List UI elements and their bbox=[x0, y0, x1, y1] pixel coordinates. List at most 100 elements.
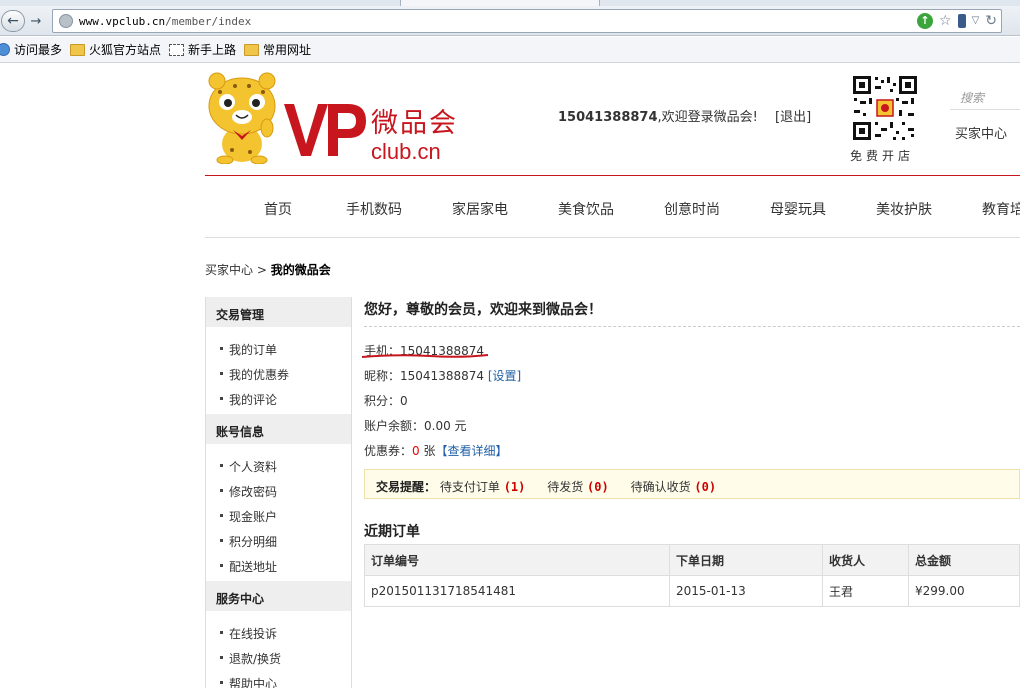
pending-payment-label: 待支付订单 bbox=[439, 480, 500, 494]
nickname-settings-link[interactable]: [设置] bbox=[488, 369, 521, 383]
back-button[interactable]: ← bbox=[1, 10, 25, 32]
bookmark-common-sites[interactable]: 常用网址 bbox=[244, 41, 311, 58]
breadcrumb-parent[interactable]: 买家中心 bbox=[205, 263, 253, 277]
sidebar-item-address[interactable]: 配送地址 bbox=[206, 551, 351, 576]
reminder-title: 交易提醒： bbox=[376, 480, 437, 494]
pending-receipt-label: 待确认收货 bbox=[630, 480, 691, 494]
member-sidebar: 交易管理 我的订单 我的优惠券 我的评论 账号信息 个人资料 修改密码 现金账户… bbox=[205, 297, 352, 688]
nav-baby-toys[interactable]: 母婴玩具 bbox=[770, 199, 826, 219]
nav-home[interactable]: 首页 bbox=[264, 199, 292, 219]
col-order-date: 下单日期 bbox=[669, 544, 823, 576]
browser-toolbar: ← → www.vpclub.cn/member/index ↑ ☆ ▽ ↻ bbox=[0, 6, 1020, 36]
nav-food-drink[interactable]: 美食饮品 bbox=[558, 199, 614, 219]
col-total: 总金额 bbox=[908, 544, 1020, 576]
sidebar-item-label: 退款/换货 bbox=[229, 652, 282, 666]
coupon-unit: 张 bbox=[419, 444, 436, 458]
address-bar[interactable]: www.vpclub.cn/member/index ↑ ☆ ▽ ↻ bbox=[52, 9, 1002, 33]
main-navigation: 首页 手机数码 家居家电 美食饮品 创意时尚 母婴玩具 美妆护肤 教育培 bbox=[205, 177, 1020, 238]
welcome-message: 15041388874,欢迎登录微品会! bbox=[558, 106, 758, 125]
pending-receipt-link[interactable]: 待确认收货 (0) bbox=[631, 480, 717, 494]
folder-icon bbox=[70, 43, 86, 56]
points-label: 积分： bbox=[364, 394, 401, 408]
table-header-row: 订单编号 下单日期 收货人 总金额 bbox=[364, 544, 1020, 576]
sidebar-item-my-coupons[interactable]: 我的优惠券 bbox=[206, 359, 351, 384]
sidebar-item-label: 我的优惠券 bbox=[229, 368, 290, 382]
globe-icon bbox=[0, 43, 10, 56]
sidebar-item-complaint[interactable]: 在线投诉 bbox=[206, 618, 351, 643]
welcome-phone: 15041388874 bbox=[558, 110, 658, 125]
sidebar-item-change-password[interactable]: 修改密码 bbox=[206, 476, 351, 501]
go-icon[interactable]: ↑ bbox=[917, 13, 933, 29]
site-header: 微品会 club.cn 15041388874,欢迎登录微品会! [退出] 免费… bbox=[205, 64, 1020, 176]
bullet-icon bbox=[220, 372, 223, 375]
bookmark-firefox-official[interactable]: 火狐官方站点 bbox=[70, 41, 161, 58]
breadcrumb: 买家中心 > 我的微品会 bbox=[205, 261, 331, 278]
mobile-device-icon[interactable] bbox=[957, 14, 966, 28]
balance-value: 0.00 元 bbox=[424, 419, 467, 433]
search-input[interactable]: 搜索 bbox=[950, 84, 1020, 110]
bullet-icon bbox=[220, 539, 223, 542]
sidebar-section-account: 账号信息 bbox=[206, 414, 351, 444]
balance-row: 账户余额：0.00 元 bbox=[364, 417, 467, 434]
greeting-title: 您好，尊敬的会员，欢迎来到微品会！ bbox=[364, 297, 1020, 327]
nickname-value: 15041388874 bbox=[400, 369, 484, 383]
bullet-icon bbox=[220, 514, 223, 517]
bookmark-label: 常用网址 bbox=[263, 43, 312, 57]
nav-home-appliance[interactable]: 家居家电 bbox=[452, 199, 508, 219]
col-order-no: 订单编号 bbox=[364, 544, 670, 576]
recent-orders-title: 近期订单 bbox=[364, 524, 420, 540]
coupon-row: 优惠券：0 张【查看详细】 bbox=[364, 442, 508, 459]
page-placeholder-icon bbox=[169, 43, 185, 56]
pending-shipment-link[interactable]: 待发货 (0) bbox=[547, 480, 609, 494]
sidebar-item-label: 现金账户 bbox=[229, 510, 278, 524]
pending-payment-link[interactable]: 待支付订单 (1) bbox=[440, 480, 526, 494]
sidebar-item-help[interactable]: 帮助中心 bbox=[206, 668, 351, 688]
reload-icon[interactable]: ↻ bbox=[985, 12, 997, 30]
bookmark-getting-started[interactable]: 新手上路 bbox=[169, 41, 236, 58]
leopard-mascot-icon[interactable] bbox=[205, 72, 279, 164]
breadcrumb-separator: > bbox=[253, 263, 271, 277]
balance-label: 账户余额： bbox=[364, 419, 425, 433]
sidebar-item-cash-account[interactable]: 现金账户 bbox=[206, 501, 351, 526]
coupon-label: 优惠券： bbox=[364, 444, 413, 458]
nav-education[interactable]: 教育培 bbox=[982, 199, 1020, 219]
nav-mobile-digital[interactable]: 手机数码 bbox=[346, 199, 402, 219]
forward-button[interactable]: → bbox=[26, 10, 46, 32]
sidebar-item-refund[interactable]: 退款/换货 bbox=[206, 643, 351, 668]
receiver-cell: 王君 bbox=[822, 575, 909, 607]
coupon-count: 0 bbox=[412, 444, 420, 458]
table-row[interactable]: p201501131718541481 2015-01-13 王君 ¥299.0… bbox=[364, 575, 1020, 607]
arrow-left-icon: ← bbox=[7, 13, 19, 29]
folder-icon bbox=[244, 43, 260, 56]
welcome-text: ,欢迎登录微品会! bbox=[657, 110, 758, 125]
nav-beauty[interactable]: 美妆护肤 bbox=[876, 199, 932, 219]
nav-creative-fashion[interactable]: 创意时尚 bbox=[664, 199, 720, 219]
pending-payment-count: (1) bbox=[503, 480, 526, 494]
site-identity-icon[interactable] bbox=[59, 14, 73, 28]
brand-name-en: club.cn bbox=[371, 139, 441, 164]
bullet-icon bbox=[220, 564, 223, 567]
dropdown-arrow-icon[interactable]: ▽ bbox=[972, 12, 980, 30]
bookmark-star-icon[interactable]: ☆ bbox=[939, 12, 952, 30]
logout-link[interactable]: [退出] bbox=[775, 106, 811, 125]
url-text[interactable]: www.vpclub.cn/member/index bbox=[79, 15, 251, 28]
sidebar-item-label: 我的评论 bbox=[229, 393, 278, 407]
nickname-row: 昵称：15041388874 [设置] bbox=[364, 367, 521, 384]
bullet-icon bbox=[220, 397, 223, 400]
bookmark-most-visited[interactable]: 访问最多 bbox=[0, 41, 62, 58]
sidebar-item-label: 修改密码 bbox=[229, 485, 278, 499]
bookmarks-bar: 访问最多 火狐官方站点 新手上路 常用网址 bbox=[0, 37, 1020, 63]
sidebar-item-points-detail[interactable]: 积分明细 bbox=[206, 526, 351, 551]
bookmark-label: 新手上路 bbox=[188, 43, 237, 57]
sidebar-item-profile[interactable]: 个人资料 bbox=[206, 451, 351, 476]
bullet-icon bbox=[220, 464, 223, 467]
buyer-center-link[interactable]: 买家中心 bbox=[955, 123, 1007, 142]
bookmark-label: 火狐官方站点 bbox=[89, 43, 162, 57]
sidebar-item-my-reviews[interactable]: 我的评论 bbox=[206, 384, 351, 409]
sidebar-item-my-orders[interactable]: 我的订单 bbox=[206, 334, 351, 359]
red-underline-annotation bbox=[361, 354, 489, 358]
coupon-detail-link[interactable]: 【查看详细】 bbox=[435, 444, 507, 458]
order-no-cell[interactable]: p201501131718541481 bbox=[364, 575, 670, 607]
web-page: 微品会 club.cn 15041388874,欢迎登录微品会! [退出] 免费… bbox=[0, 64, 1020, 688]
total-cell: ¥299.00 bbox=[908, 575, 1020, 607]
